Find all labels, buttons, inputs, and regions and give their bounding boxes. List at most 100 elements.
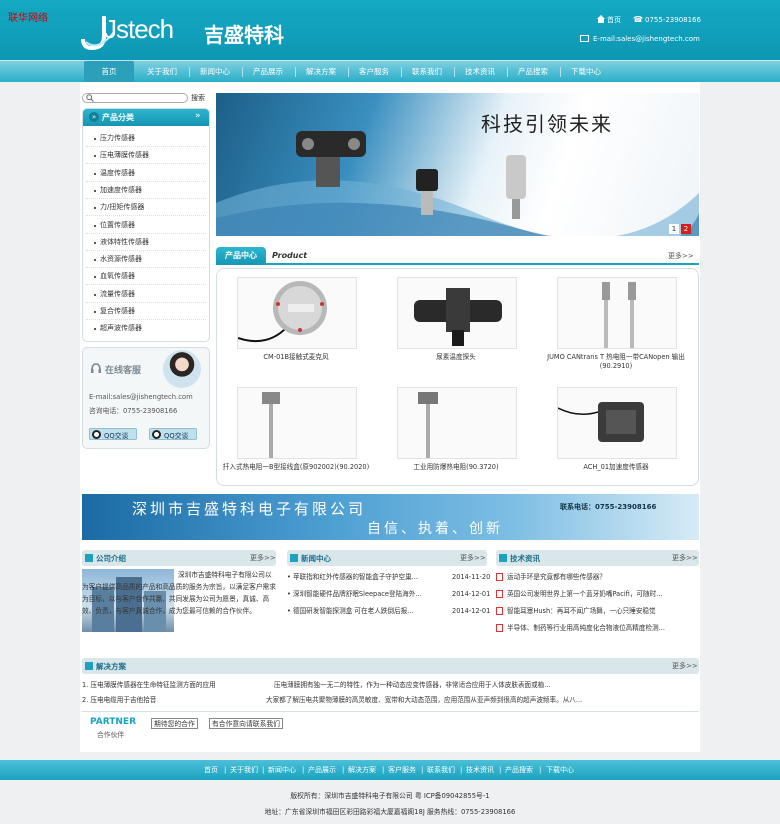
- category-item[interactable]: 液体特性传感器: [86, 234, 206, 251]
- footer-link-download[interactable]: 下载中心: [546, 760, 574, 780]
- product-caption[interactable]: ACH_01加速度传感器: [539, 463, 693, 472]
- product-card[interactable]: 扦入式热电阻一B型接线盒(原902002)(90.2020): [219, 387, 373, 491]
- category-item[interactable]: 压电薄膜传感器: [86, 147, 206, 165]
- banner-dot-1[interactable]: 1: [669, 224, 679, 234]
- partner-link-1[interactable]: 期待您的合作: [151, 718, 198, 729]
- footer-link-tech[interactable]: 技术资讯: [466, 760, 494, 780]
- footer-link-solutions[interactable]: 解决方案: [348, 760, 376, 780]
- nav-tech[interactable]: 技术资讯: [455, 61, 505, 83]
- product-center-tab[interactable]: 产品中心: [216, 247, 266, 265]
- solution-item[interactable]: 2. 压电电缆用于吉他拾音: [82, 692, 267, 708]
- qq-chat-button-2[interactable]: QQ交谈: [149, 428, 197, 440]
- product-image[interactable]: [397, 387, 517, 459]
- nav-products[interactable]: 产品展示: [243, 61, 293, 83]
- news-more-link[interactable]: 更多>>: [460, 553, 486, 563]
- footer-link-products[interactable]: 产品展示: [308, 760, 336, 780]
- qq-icon: [92, 430, 101, 439]
- nav-download[interactable]: 下载中心: [561, 61, 611, 83]
- company-banner: 深圳市吉盛特科电子有限公司 自信、执着、创新 联系电话：0755-2390816…: [82, 494, 699, 540]
- product-caption[interactable]: 工业用防爆热电阻(90.3720): [379, 463, 533, 472]
- product-more-link[interactable]: 更多>>: [668, 251, 694, 261]
- product-card[interactable]: 尿素温度探头: [379, 277, 533, 381]
- header: 联华网络 Jstech 吉盛特科 首页 ☎ 0755-23908166 E-ma…: [0, 0, 780, 60]
- product-image[interactable]: [397, 277, 517, 349]
- news-item[interactable]: • 深圳智能硬件品牌舒眠Sleepace登陆海外...: [287, 586, 445, 602]
- footer-link-home[interactable]: 首页: [204, 760, 218, 780]
- logo[interactable]: Jstech 吉盛特科: [80, 12, 320, 54]
- category-item[interactable]: 温度传感器: [86, 165, 206, 182]
- footer-link-search[interactable]: 产品搜索: [505, 760, 533, 780]
- pdf-icon: [496, 573, 503, 581]
- news-item[interactable]: • 苹联指和红外传感器的智能盒子守护空巢...: [287, 569, 445, 585]
- product-card[interactable]: ACH_01加速度传感器: [539, 387, 693, 491]
- service-phone: 咨询电话：0755-23908166: [89, 407, 178, 415]
- news-item[interactable]: • 德国研发智能探测盒 可在老人跌倒后报...: [287, 603, 445, 619]
- product-caption[interactable]: CM-01B接触式麦克风: [219, 353, 373, 362]
- nav-search[interactable]: 产品搜索: [508, 61, 558, 83]
- service-email: E-mail:sales@jishengtech.com: [89, 393, 193, 401]
- category-item[interactable]: 位置传感器: [86, 217, 206, 234]
- category-item[interactable]: 流量传感器: [86, 286, 206, 303]
- pdf-icon: [496, 590, 503, 598]
- qq-chat-button-1[interactable]: QQ交谈: [89, 428, 137, 440]
- header-home-link[interactable]: 首页: [607, 15, 621, 25]
- tech-item[interactable]: 智能耳塞Hush：再耳不闻广场舞，一心只睡安稳觉: [507, 603, 697, 619]
- main-nav: 首页 关于我们 新闻中心 产品展示 解决方案 客户服务 联系我们 技术资讯 产品…: [0, 60, 780, 83]
- about-text: 深圳市吉盛特科电子有限公司以为客户提供高品质的产品和高品质的服务为宗旨，以满足客…: [82, 571, 276, 615]
- banner-dot-2[interactable]: 2: [681, 224, 691, 234]
- chevron-down-icon: »: [89, 112, 99, 122]
- category-item[interactable]: 压力传感器: [86, 130, 206, 147]
- category-item[interactable]: 复合传感器: [86, 303, 206, 320]
- tech-more-link[interactable]: 更多>>: [672, 553, 698, 563]
- footer-link-news[interactable]: 新闻中心: [268, 760, 296, 780]
- pdf-icon: [496, 607, 503, 615]
- solutions-icon: [85, 662, 93, 670]
- search-input[interactable]: [82, 93, 188, 103]
- category-item[interactable]: 超声波传感器: [86, 320, 206, 337]
- nav-service[interactable]: 客户服务: [349, 61, 399, 83]
- footer-separator: |: [382, 766, 385, 774]
- product-caption[interactable]: 尿素温度探头: [379, 353, 533, 362]
- product-image[interactable]: [557, 277, 677, 349]
- nav-solutions[interactable]: 解决方案: [296, 61, 346, 83]
- product-caption[interactable]: JUMO CANtrans T 热电阻一带CANopen 输出(90.2910): [539, 353, 693, 371]
- category-item[interactable]: 水资源传感器: [86, 251, 206, 269]
- product-image[interactable]: [237, 387, 357, 459]
- search-button[interactable]: 搜索: [191, 93, 205, 103]
- online-service-panel: 在线客服 E-mail:sales@jishengtech.com 咨询电话：0…: [82, 347, 210, 449]
- category-item[interactable]: 力/扭矩传感器: [86, 199, 206, 217]
- product-center-tab-en: Product: [272, 251, 308, 260]
- tech-item[interactable]: 运动手环是究竟都有哪些传感器？: [507, 569, 697, 585]
- category-header: » 产品分类 »: [83, 109, 209, 126]
- tech-item[interactable]: 英国公司发明世界上第一个蓝牙奶嘴Pacifi，可随时...: [507, 586, 697, 602]
- service-avatar: [163, 350, 201, 388]
- nav-contact[interactable]: 联系我们: [402, 61, 452, 83]
- category-list: 压力传感器 压电薄膜传感器 温度传感器 加速度传感器 力/扭矩传感器 位置传感器…: [86, 130, 206, 340]
- header-email[interactable]: E-mail:sales@jishengtech.com: [593, 35, 700, 43]
- product-center-header: 产品中心 Product 更多>>: [216, 247, 699, 265]
- footer-separator: |: [499, 766, 502, 774]
- category-item[interactable]: 加速度传感器: [86, 182, 206, 199]
- footer-separator: |: [224, 766, 227, 774]
- product-image[interactable]: [557, 387, 677, 459]
- footer-separator: |: [302, 766, 305, 774]
- footer-link-about[interactable]: 关于我们: [230, 760, 258, 780]
- solution-summary: 压电薄膜拥有独一无二的特性，作为一种动态应变传感器，非常适合应用于人体皮肤表面或…: [274, 681, 551, 689]
- nav-about[interactable]: 关于我们: [137, 61, 187, 83]
- news-header: 新闻中心 更多>>: [287, 550, 487, 566]
- solutions-more-link[interactable]: 更多>>: [672, 661, 698, 671]
- product-image[interactable]: [237, 277, 357, 349]
- partner-link-2[interactable]: 有合作意向请联系我们: [209, 718, 283, 729]
- category-item[interactable]: 血氧传感器: [86, 268, 206, 286]
- solution-item[interactable]: 1. 压电薄膜传感器在生命特征监测方面的应用: [82, 677, 267, 693]
- tech-item[interactable]: 半导体、制药等行业用高纯度化合物液位高精度检测...: [507, 620, 697, 636]
- footer-link-contact[interactable]: 联系我们: [427, 760, 455, 780]
- product-caption[interactable]: 扦入式热电阻一B型接线盒(原902002)(90.2020): [219, 463, 373, 472]
- nav-news[interactable]: 新闻中心: [190, 61, 240, 83]
- product-card[interactable]: JUMO CANtrans T 热电阻一带CANopen 输出(90.2910): [539, 277, 693, 381]
- product-card[interactable]: 工业用防爆热电阻(90.3720): [379, 387, 533, 491]
- footer-link-service[interactable]: 客户服务: [388, 760, 416, 780]
- about-more-link[interactable]: 更多>>: [250, 553, 276, 563]
- product-card[interactable]: CM-01B接触式麦克风: [219, 277, 373, 381]
- nav-home[interactable]: 首页: [84, 61, 134, 83]
